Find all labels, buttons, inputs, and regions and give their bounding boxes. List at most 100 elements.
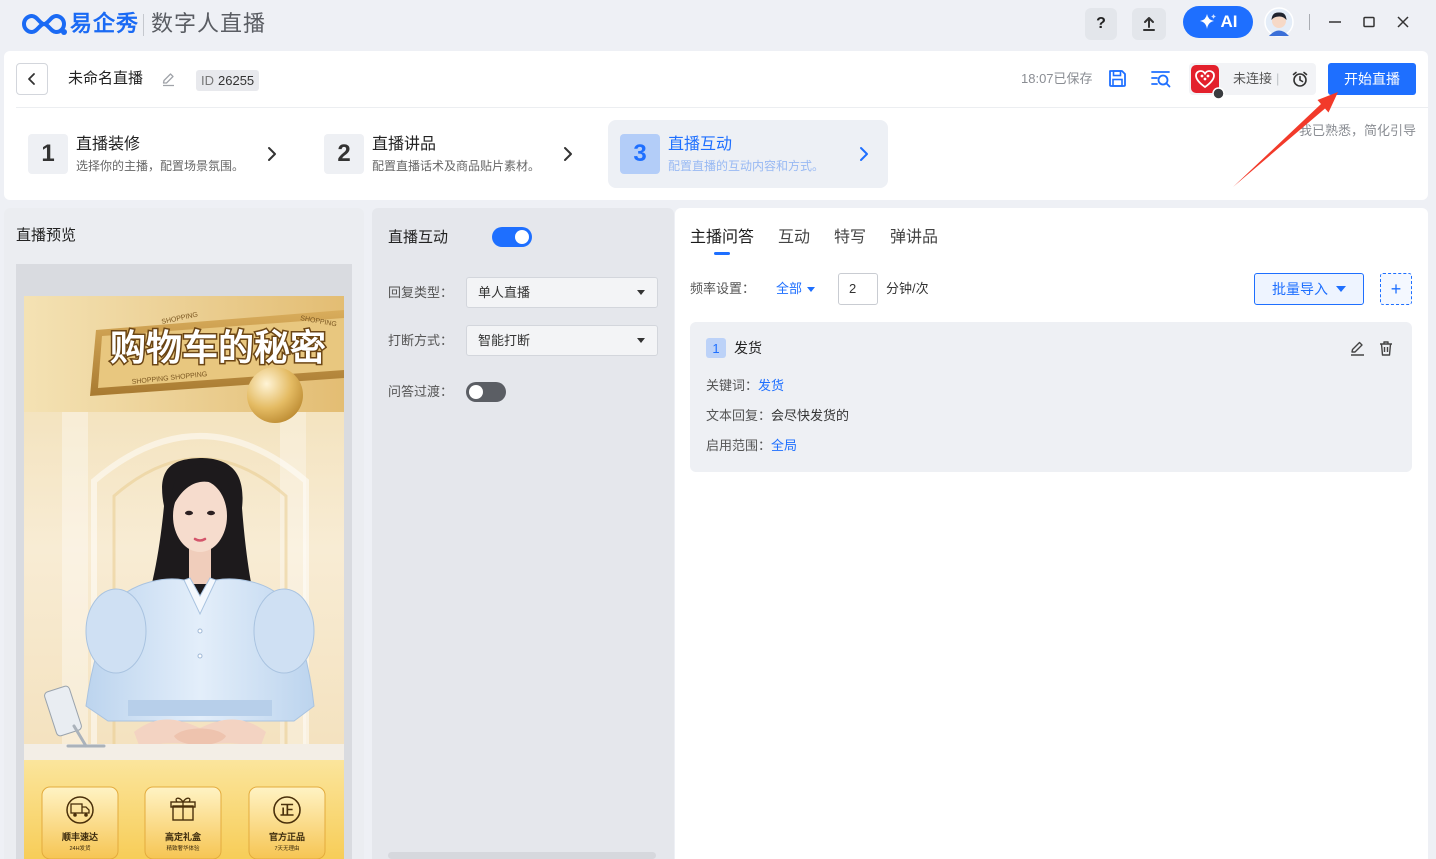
caret-down-icon — [1336, 286, 1346, 292]
frequency-scope-value: 全部 — [776, 281, 803, 296]
step-number: 2 — [324, 134, 364, 174]
badge-title: 官方正品 — [269, 831, 305, 842]
step-number: 1 — [28, 134, 68, 174]
edit-icon[interactable] — [1349, 340, 1366, 357]
gold-sphere — [247, 367, 303, 423]
connection-separator: | — [1276, 71, 1280, 86]
id-value: 26255 — [218, 73, 255, 88]
delete-icon[interactable] — [1378, 340, 1394, 357]
upload-icon — [1143, 17, 1155, 31]
step-title: 直播装修 — [76, 136, 141, 153]
interrupt-mode-value: 智能打断 — [478, 333, 531, 348]
reply-type-select[interactable]: 单人直播 — [466, 277, 658, 308]
ai-label: AI — [1220, 12, 1238, 31]
close-icon[interactable] — [1395, 10, 1411, 34]
step-subtitle: 选择你的主播，配置场景氛围。 — [76, 159, 245, 173]
qa-panel: 主播问答 互动 特写 弹讲品 频率设置： 全部 2 分钟/次 批量导入 + 1 … — [675, 208, 1428, 859]
qa-transition-toggle[interactable] — [466, 382, 506, 402]
interaction-toggle[interactable] — [492, 227, 532, 247]
product-name: 数字人直播 — [151, 11, 267, 36]
qa-item-index: 1 — [706, 338, 726, 358]
qa-scope-row: 启用范围： 全局 — [706, 438, 797, 454]
live-title: 未命名直播 — [68, 70, 144, 87]
search-script-icon[interactable] — [1150, 68, 1172, 89]
connection-status-dot — [1212, 87, 1225, 100]
live-id-badge: ID 26255 — [196, 70, 260, 91]
interaction-label: 直播互动 — [388, 229, 449, 246]
brand-divider — [143, 14, 144, 36]
minimize-icon[interactable] — [1327, 10, 1343, 34]
connection-status: 未连接 | — [1233, 71, 1279, 87]
preview-frame: SHOPPING SHOPPING 购物车的秘密 SHOPPING SHOPPI… — [16, 264, 352, 859]
interrupt-mode-label: 打断方式： — [388, 333, 454, 348]
qa-reply-row: 文本回复： 会尽快发货的 — [706, 408, 849, 424]
titlebar-divider — [1309, 14, 1310, 30]
title-bar: 易企秀 数字人直播 ? AI — [0, 0, 1436, 50]
preview-title: 直播预览 — [16, 227, 77, 244]
step-subtitle: 配置直播话术及商品贴片素材。 — [372, 159, 541, 173]
badge-caption: 24H发货 — [69, 844, 91, 852]
reply-type-value: 单人直播 — [478, 285, 531, 300]
caret-down-icon — [637, 290, 645, 295]
step-title: 直播讲品 — [372, 136, 437, 153]
chevron-left-icon — [28, 73, 35, 85]
caret-down-icon — [807, 286, 816, 292]
step-products[interactable]: 2 直播讲品 配置直播话术及商品贴片素材。 — [312, 120, 592, 188]
add-qa-button[interactable]: + — [1380, 273, 1412, 305]
brand-name: 易企秀 — [70, 11, 140, 36]
frequency-scope-dropdown[interactable]: 全部 — [776, 281, 816, 297]
brand-logo-icon — [22, 13, 67, 35]
frequency-input[interactable]: 2 — [838, 273, 878, 305]
qa-tabs: 主播问答 互动 特写 弹讲品 — [690, 228, 962, 255]
help-button[interactable]: ? — [1085, 8, 1117, 40]
tab-pop-product[interactable]: 弹讲品 — [890, 228, 938, 248]
header-divider — [16, 107, 1428, 108]
start-live-button[interactable]: 开始直播 — [1328, 63, 1416, 95]
tab-interaction[interactable]: 互动 — [778, 228, 810, 248]
chevron-right-icon — [268, 147, 276, 161]
interrupt-mode-select[interactable]: 智能打断 — [466, 325, 658, 356]
edit-title-icon[interactable] — [161, 72, 176, 87]
badge-title: 高定礼盒 — [165, 831, 202, 842]
badge-gift-box: 高定礼盒 精致奢华体验 — [144, 786, 222, 859]
panel-scrollbar[interactable] — [388, 852, 656, 859]
badge-express: 顺丰速达 24H发货 — [41, 786, 119, 859]
ai-button[interactable]: AI — [1183, 6, 1253, 38]
scope-label: 启用范围： — [706, 438, 772, 453]
id-label: ID — [201, 73, 214, 88]
step-number: 3 — [620, 134, 660, 174]
reply-type-label: 回复类型： — [388, 285, 454, 300]
step-interaction[interactable]: 3 直播互动 配置直播的互动内容和方式。 — [608, 120, 888, 188]
badge-caption: 7天无理由 — [274, 844, 299, 852]
scope-value[interactable]: 全局 — [771, 438, 797, 454]
maximize-icon[interactable] — [1361, 10, 1377, 34]
caret-down-icon — [637, 338, 645, 343]
save-icon[interactable] — [1107, 68, 1128, 89]
simplify-guide-link[interactable]: 我已熟悉，简化引导 — [1299, 123, 1416, 139]
banner-title: 购物车的秘密 — [110, 327, 326, 368]
batch-import-button[interactable]: 批量导入 — [1254, 273, 1364, 305]
keyword-value[interactable]: 发货 — [758, 378, 784, 394]
header-card: 未命名直播 ID 26255 18:07已保存 未连接 | 开始直播 1 直播装… — [4, 51, 1428, 200]
genuine-seal-glyph: 正 — [280, 802, 294, 818]
frequency-unit: 分钟/次 — [886, 281, 929, 296]
keyword-label: 关键词： — [706, 378, 759, 393]
tab-host-qa[interactable]: 主播问答 — [690, 228, 754, 255]
live-scene-preview: SHOPPING SHOPPING 购物车的秘密 SHOPPING SHOPPI… — [24, 296, 344, 859]
badge-caption: 精致奢华体验 — [166, 844, 200, 852]
preview-panel: 直播预览 SHOPPING SHOPPING 购物车的秘密 SHOPPING S… — [4, 208, 364, 859]
step-title: 直播互动 — [668, 136, 733, 153]
qa-item-card[interactable]: 1 发货 关键词： 发货 文本回复： 会尽快发货的 启用范围： 全局 — [690, 322, 1412, 472]
user-avatar[interactable] — [1264, 7, 1294, 37]
step-decorate[interactable]: 1 直播装修 选择你的主播，配置场景氛围。 — [16, 120, 296, 188]
help-label: ? — [1096, 15, 1106, 32]
saved-status: 18:07已保存 — [1021, 71, 1093, 86]
alarm-clock-icon[interactable] — [1291, 70, 1309, 88]
reply-value: 会尽快发货的 — [771, 408, 850, 423]
upload-button[interactable] — [1132, 8, 1166, 40]
badge-title: 顺丰速达 — [62, 831, 98, 842]
tab-closeup[interactable]: 特写 — [834, 228, 866, 248]
back-button[interactable] — [16, 63, 48, 95]
batch-import-label: 批量导入 — [1272, 281, 1328, 297]
platform-connection[interactable]: 未连接 | — [1189, 63, 1316, 100]
